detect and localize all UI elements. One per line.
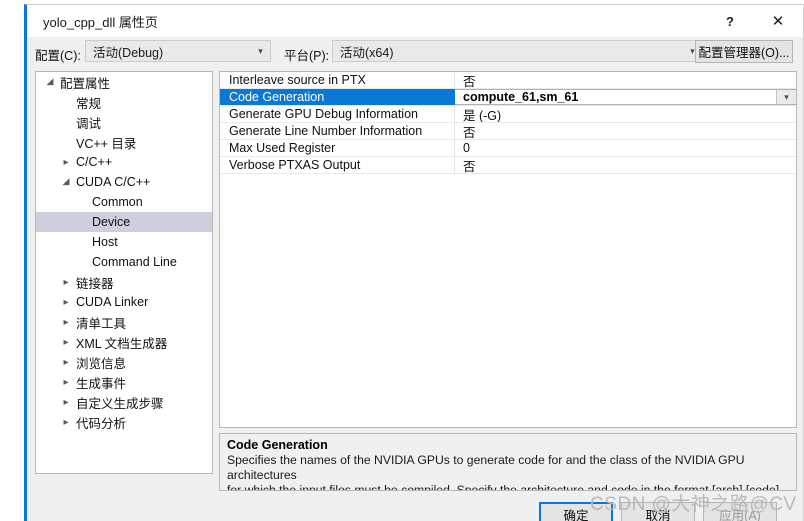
property-row[interactable]: Interleave source in PTX 否 [220, 72, 796, 89]
property-value[interactable]: 是 (-G) [455, 106, 796, 123]
tree-item-cuda-c-c-[interactable]: CUDA C/C++ [36, 172, 212, 192]
platform-label: 平台(P): [284, 49, 330, 63]
property-name: Interleave source in PTX [220, 72, 455, 88]
tree-item-label: XML 文档生成器 [76, 336, 168, 351]
ok-button[interactable]: 确定 [539, 502, 613, 521]
tree-item-host[interactable]: Host [36, 232, 212, 252]
configuration-combobox[interactable]: 活动(Debug) ▾ [85, 40, 271, 62]
configuration-label: 配置(C): [35, 49, 81, 63]
tree-item-command-line[interactable]: Command Line [36, 252, 212, 272]
property-name: Verbose PTXAS Output [220, 157, 455, 173]
property-grid[interactable]: Interleave source in PTX 否 Code Generation… [219, 71, 797, 428]
tree-item-label: 链接器 [76, 276, 114, 291]
property-value-text: compute_61,sm_61 [463, 90, 579, 104]
property-row[interactable]: Max Used Register 0 [220, 140, 796, 157]
tree-item-代码分析[interactable]: 代码分析 [36, 412, 212, 432]
property-name: Generate Line Number Information [220, 123, 455, 139]
tree-item-label: C/C++ [76, 155, 113, 169]
title-bar: yolo_cpp_dll 属性页 ? ✕ [27, 5, 803, 37]
apply-button[interactable]: 应用(A) [703, 502, 777, 521]
tree-item-label: 常规 [76, 96, 102, 111]
property-value-text: 是 (-G) [463, 108, 502, 123]
tree-item-浏览信息[interactable]: 浏览信息 [36, 352, 212, 372]
tree-item-自定义生成步骤[interactable]: 自定义生成步骤 [36, 392, 212, 412]
tree-item-label: 配置属性 [60, 76, 111, 91]
property-tree[interactable]: 配置属性常规调试 VC++ 目录 C/C++ CUDA C/C++ Common Devi… [35, 71, 213, 474]
description-panel: Code Generation Specifies the names of t… [219, 433, 797, 491]
property-value[interactable]: compute_61,sm_61 ▾ [455, 89, 796, 105]
chevron-down-icon[interactable] [44, 77, 56, 88]
tree-item-label: 调试 [76, 116, 102, 131]
chevron-right-icon[interactable] [60, 277, 72, 288]
tree-item-label: 清单工具 [76, 316, 127, 331]
chevron-right-icon[interactable] [60, 317, 72, 328]
tree-item-c-c-[interactable]: C/C++ [36, 152, 212, 172]
configuration-bar: 配置(C): 活动(Debug) ▾ 平台(P): 活动(x64) ▾ 配置管理… [27, 37, 803, 69]
tree-item-label: Host [92, 235, 118, 249]
tree-item-vc-目录[interactable]: VC++ 目录 [36, 132, 212, 152]
description-title: Code Generation [227, 438, 328, 452]
platform-combobox[interactable]: 活动(x64) ▾ [332, 40, 703, 62]
property-pages-dialog: yolo_cpp_dll 属性页 ? ✕ 配置(C): 活动(Debug) ▾ … [24, 4, 804, 521]
chevron-right-icon[interactable] [60, 397, 72, 408]
tree-item-device[interactable]: Device [36, 212, 212, 232]
tree-item-清单工具[interactable]: 清单工具 [36, 312, 212, 332]
tree-item-common[interactable]: Common [36, 192, 212, 212]
tree-item-label: 代码分析 [76, 416, 127, 431]
tree-item-label: VC++ 目录 [76, 136, 137, 151]
tree-item-label: 生成事件 [76, 376, 127, 391]
chevron-down-icon: ▾ [258, 45, 263, 56]
property-value-text: 否 [463, 74, 476, 89]
property-value[interactable]: 0 [455, 140, 796, 156]
tree-item-label: Device [92, 215, 131, 229]
chevron-down-icon[interactable] [60, 177, 72, 188]
chevron-right-icon[interactable] [60, 377, 72, 388]
property-row[interactable]: Generate Line Number Information 否 [220, 123, 796, 140]
configuration-value: 活动(Debug) [93, 45, 164, 60]
tree-item-label: 自定义生成步骤 [76, 396, 164, 411]
property-row[interactable]: Verbose PTXAS Output 否 [220, 157, 796, 174]
chevron-right-icon[interactable] [60, 357, 72, 368]
platform-value: 活动(x64) [340, 45, 394, 60]
tree-item-label: CUDA Linker [76, 295, 149, 309]
configuration-manager-button[interactable]: 配置管理器(O)... [695, 40, 793, 63]
tree-item-xml-文档生成器[interactable]: XML 文档生成器 [36, 332, 212, 352]
tree-item-cuda-linker[interactable]: CUDA Linker [36, 292, 212, 312]
cancel-button[interactable]: 取消 [621, 502, 695, 521]
property-row[interactable]: Code Generation compute_61,sm_61 ▾ [220, 89, 796, 106]
tree-item-label: Command Line [92, 255, 177, 269]
tree-item-配置属性[interactable]: 配置属性 [36, 72, 212, 92]
chevron-right-icon[interactable] [60, 157, 72, 168]
property-name: Generate GPU Debug Information [220, 106, 455, 122]
tree-item-调试[interactable]: 调试 [36, 112, 212, 132]
tree-item-生成事件[interactable]: 生成事件 [36, 372, 212, 392]
property-value-text: 否 [463, 159, 476, 174]
description-text: Specifies the names of the NVIDIA GPUs t… [227, 453, 783, 491]
tree-item-常规[interactable]: 常规 [36, 92, 212, 112]
property-row[interactable]: Generate GPU Debug Information 是 (-G) [220, 106, 796, 123]
property-value-text: 否 [463, 125, 476, 140]
close-icon[interactable]: ✕ [757, 5, 799, 37]
property-value[interactable]: 否 [455, 157, 796, 174]
tree-item-label: 浏览信息 [76, 356, 127, 371]
tree-item-label: CUDA C/C++ [76, 175, 151, 189]
chevron-right-icon[interactable] [60, 417, 72, 428]
dialog-title: yolo_cpp_dll 属性页 [43, 15, 158, 30]
property-name: Max Used Register [220, 140, 455, 156]
property-value[interactable]: 否 [455, 123, 796, 140]
property-name: Code Generation [220, 89, 455, 105]
property-value-text: 0 [463, 141, 470, 155]
tree-item-链接器[interactable]: 链接器 [36, 272, 212, 292]
chevron-right-icon[interactable] [60, 297, 72, 308]
property-value[interactable]: 否 [455, 72, 796, 89]
help-icon[interactable]: ? [709, 5, 751, 37]
tree-item-label: Common [92, 195, 143, 209]
chevron-down-icon[interactable]: ▾ [776, 90, 796, 104]
chevron-right-icon[interactable] [60, 337, 72, 348]
